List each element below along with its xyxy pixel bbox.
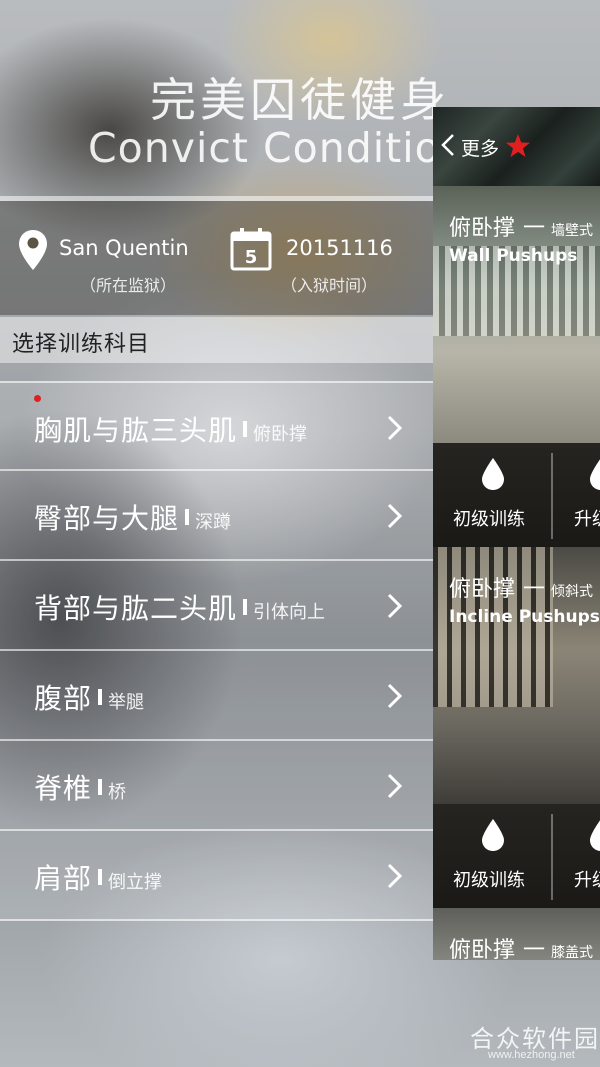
list-item-label-group: 脊椎桥 xyxy=(34,767,126,807)
upgrade-label[interactable]: 升级 xyxy=(574,505,600,531)
label-separator-bar xyxy=(185,509,190,525)
panel-header: 更多 xyxy=(433,107,600,186)
more-label: 更多 xyxy=(461,138,500,160)
card-subtitle: Wall Pushups xyxy=(449,246,578,266)
card-title-type: 倾斜式 xyxy=(551,584,594,600)
list-item-label: 腹部 xyxy=(34,682,93,715)
label-separator-bar xyxy=(98,869,103,885)
upgrade-label[interactable]: 升级 xyxy=(574,866,600,892)
card-title: 俯卧撑一倾斜式 xyxy=(449,571,593,603)
chevron-left-icon xyxy=(441,134,454,156)
prison-info[interactable]: San Quentin （所在监狱） xyxy=(0,201,215,315)
card-title-type: 膝盖式 xyxy=(551,945,594,960)
card-title-text: 俯卧撑 xyxy=(449,216,516,241)
jail-date-caption: （入狱时间） xyxy=(281,276,378,295)
list-item-exercise: 桥 xyxy=(108,782,127,803)
inmate-info-row: San Quentin （所在监狱） 5 20151116 （入狱时间） xyxy=(0,201,433,315)
training-item-chest-triceps[interactable]: 胸肌与肱三头肌 俯卧撑 xyxy=(0,381,433,471)
chevron-right-icon xyxy=(387,773,403,799)
label-separator-bar xyxy=(98,689,103,705)
training-item-spine[interactable]: 脊椎桥 xyxy=(0,741,433,831)
card-title-dash: 一 xyxy=(523,938,546,960)
exercise-card-wall-pushups[interactable]: 俯卧撑一墙壁式 Wall Pushups xyxy=(433,186,600,443)
label-separator-bar xyxy=(98,779,103,795)
card-title-text: 俯卧撑 xyxy=(449,577,516,602)
list-item-label-group: 腹部 举腿 xyxy=(34,677,144,717)
card-title-dash: 一 xyxy=(523,216,546,241)
label-separator-bar xyxy=(243,421,248,437)
training-item-abs[interactable]: 腹部 举腿 xyxy=(0,651,433,741)
training-item-back-biceps[interactable]: 背部与肱二头肌 引体向上 xyxy=(0,561,433,651)
level-divider xyxy=(551,453,553,539)
card-level-bar: 初级训练 升级 xyxy=(433,443,600,548)
star-icon xyxy=(506,134,530,157)
prison-caption: （所在监狱） xyxy=(80,276,177,295)
list-item-label: 背部与肱二头肌 xyxy=(34,592,238,625)
prison-name: San Quentin xyxy=(59,236,189,260)
card-subtitle: Incline Pushups xyxy=(449,607,600,627)
card-title-dash: 一 xyxy=(523,577,546,602)
water-drop-icon xyxy=(482,458,504,490)
list-item-label: 胸肌与肱三头肌 xyxy=(34,414,238,447)
list-item-exercise: 举腿 xyxy=(108,692,145,713)
level-label[interactable]: 初级训练 xyxy=(453,866,525,892)
list-item-label: 臀部与大腿 xyxy=(34,502,180,535)
list-item-label: 肩部 xyxy=(34,862,93,895)
exercise-card-incline-pushups[interactable]: 俯卧撑一倾斜式 Incline Pushups xyxy=(433,547,600,804)
list-item-exercise: 俯卧撑 xyxy=(253,424,308,445)
list-item-label-group: 肩部 倒立撑 xyxy=(34,857,162,897)
water-drop-icon xyxy=(590,820,600,851)
calendar-icon: 5 xyxy=(230,228,272,271)
chevron-right-icon xyxy=(387,863,403,889)
location-pin-icon xyxy=(19,230,47,270)
level-divider xyxy=(551,814,553,900)
card-level-bar: 初级训练 升级 xyxy=(433,804,600,909)
list-item-exercise: 引体向上 xyxy=(253,602,326,623)
app-title-english: Convict Condition xyxy=(88,124,468,172)
chevron-right-icon xyxy=(387,503,403,529)
back-more-button[interactable]: 更多 xyxy=(433,107,543,186)
card-title-text: 俯卧撑 xyxy=(449,938,516,960)
label-separator-bar xyxy=(243,599,248,615)
exercise-panel: 更多 俯卧撑一墙壁式 Wall Pushups 初级训练 升级 俯卧撑一倾斜式 … xyxy=(433,107,600,960)
list-item-label-group: 胸肌与肱三头肌 俯卧撑 xyxy=(34,409,307,449)
jail-date: 20151116 xyxy=(286,236,393,260)
water-drop-icon xyxy=(590,459,600,490)
list-item-label-group: 臀部与大腿 深蹲 xyxy=(34,497,231,537)
training-item-shoulders[interactable]: 肩部 倒立撑 xyxy=(0,831,433,921)
card-title-type: 墙壁式 xyxy=(551,223,594,239)
level-label[interactable]: 初级训练 xyxy=(453,505,525,531)
chevron-right-icon xyxy=(387,593,403,619)
training-list: 胸肌与肱三头肌 俯卧撑 臀部与大腿 深蹲 背部与肱二头肌 引体向上 腹部 举腿 脊椎桥 … xyxy=(0,381,433,921)
list-item-exercise: 倒立撑 xyxy=(108,872,163,893)
section-header: 选择训练科目 xyxy=(0,317,433,363)
list-item-label-group: 背部与肱二头肌 引体向上 xyxy=(34,587,325,627)
watermark-url: www.hezhong.net xyxy=(488,1049,575,1061)
new-indicator-dot xyxy=(34,395,41,402)
card-title: 俯卧撑一膝盖式 xyxy=(449,932,593,960)
card-title: 俯卧撑一墙壁式 xyxy=(449,210,593,242)
list-item-label: 脊椎 xyxy=(34,772,93,805)
list-item-exercise: 深蹲 xyxy=(195,512,232,533)
date-info[interactable]: 5 20151116 （入狱时间） xyxy=(215,201,433,315)
chevron-right-icon xyxy=(387,683,403,709)
training-item-glutes-thighs[interactable]: 臀部与大腿 深蹲 xyxy=(0,471,433,561)
exercise-card-knee-pushups[interactable]: 俯卧撑一膝盖式 xyxy=(433,908,600,960)
chevron-right-icon xyxy=(387,415,403,441)
water-drop-icon xyxy=(482,819,504,851)
section-title: 选择训练科目 xyxy=(12,332,151,357)
calendar-day-number: 5 xyxy=(245,247,258,268)
